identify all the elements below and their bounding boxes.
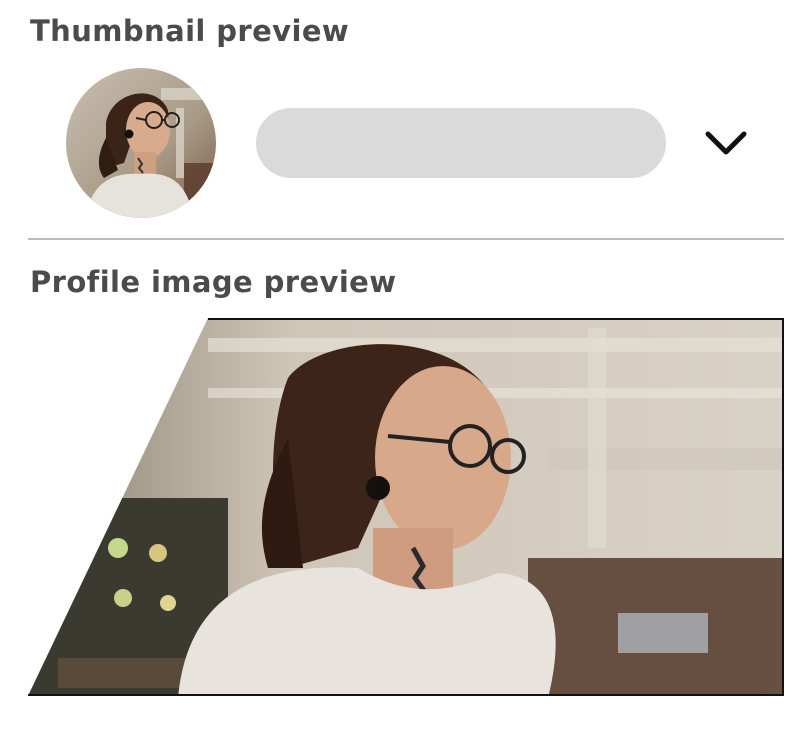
chevron-down-icon[interactable] bbox=[700, 122, 752, 166]
thumbnail-selector[interactable] bbox=[256, 108, 666, 178]
section-divider bbox=[28, 238, 784, 240]
profile-image-preview-title: Profile image preview bbox=[30, 265, 397, 299]
profile-image-preview bbox=[28, 318, 784, 698]
thumbnail-avatar bbox=[66, 68, 216, 218]
thumbnail-preview-title: Thumbnail preview bbox=[30, 14, 350, 48]
